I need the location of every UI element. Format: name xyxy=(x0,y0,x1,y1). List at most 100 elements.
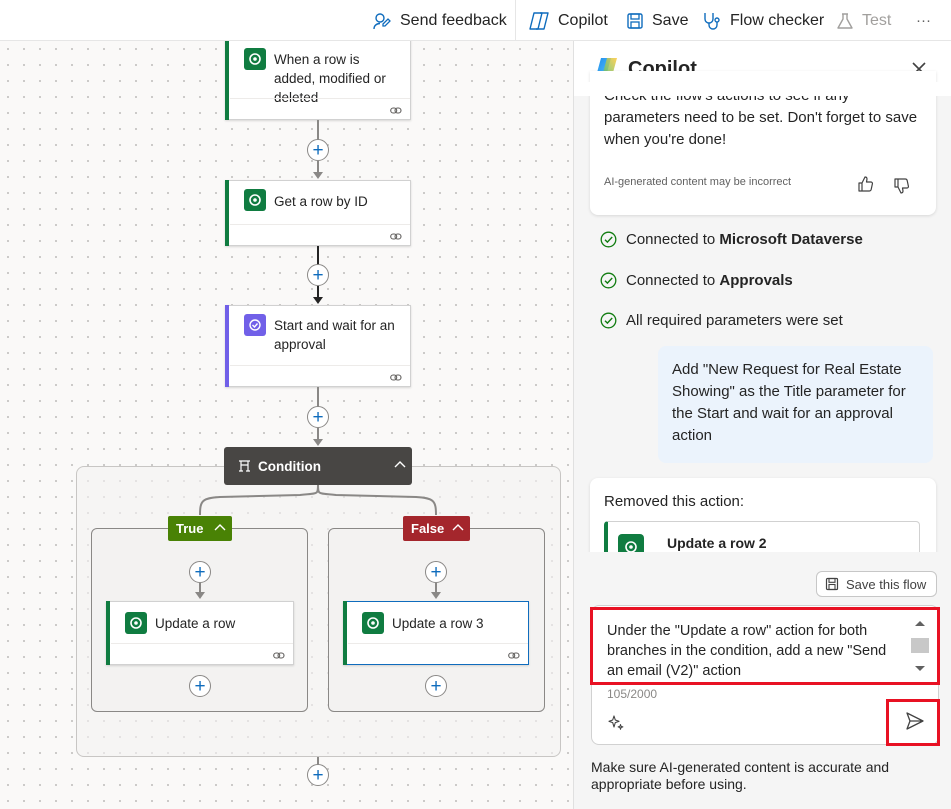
update-row-label: Update a row xyxy=(155,616,236,631)
card-accent-bar xyxy=(225,305,229,387)
false-branch-label: False xyxy=(411,521,445,536)
flow-canvas[interactable]: When a row is added, modified or deleted… xyxy=(0,41,573,809)
status-target: Microsoft Dataverse xyxy=(719,231,863,248)
card-accent-bar xyxy=(106,601,110,665)
branch-connector xyxy=(199,485,437,516)
add-step-button[interactable]: + xyxy=(189,561,211,583)
status-prefix: Connected to xyxy=(626,231,720,248)
chevron-up-icon[interactable] xyxy=(393,458,407,472)
card-accent-bar xyxy=(343,601,347,665)
feedback-icon xyxy=(372,11,400,31)
add-step-button[interactable]: + xyxy=(307,264,329,286)
connector-line xyxy=(317,387,319,407)
check-circle-icon xyxy=(600,272,626,289)
flask-icon xyxy=(836,12,862,30)
check-circle-icon xyxy=(600,231,626,248)
dataverse-icon xyxy=(244,48,266,70)
header-fade xyxy=(574,82,951,96)
more-label: ··· xyxy=(916,12,931,29)
condition-icon xyxy=(238,460,251,472)
status-prefix: Connected to xyxy=(626,272,720,289)
thumbs-up-icon[interactable] xyxy=(856,175,874,193)
dataverse-icon xyxy=(362,612,384,634)
copilot-label: Copilot xyxy=(558,11,608,29)
save-button[interactable]: Save xyxy=(626,0,688,41)
status-row-approvals: Connected to Approvals xyxy=(600,272,793,289)
check-circle-icon xyxy=(600,312,626,329)
user-message-bubble: Add "New Request for Real Estate Showing… xyxy=(658,346,933,463)
sparkle-icon[interactable] xyxy=(607,714,625,732)
ai-content-footer: Make sure AI-generated content is accura… xyxy=(591,759,890,792)
stethoscope-icon xyxy=(702,11,730,31)
update-row-card[interactable]: Update a row xyxy=(106,601,294,665)
copilot-panel: Copilot Check the flow's actions to see … xyxy=(573,41,951,809)
save-icon xyxy=(626,12,652,30)
link-icon xyxy=(390,232,402,241)
connector-line xyxy=(317,246,319,265)
flow-checker-button[interactable]: Flow checker xyxy=(702,0,824,41)
arrow-down-icon xyxy=(313,297,323,304)
dataverse-icon xyxy=(244,189,266,211)
trigger-card[interactable]: When a row is added, modified or deleted xyxy=(225,41,411,120)
card-divider xyxy=(230,365,410,366)
char-count: 105/2000 xyxy=(607,687,658,701)
arrow-down-icon xyxy=(313,172,323,179)
arrow-down-icon xyxy=(431,592,441,599)
toolbar-divider xyxy=(515,0,516,41)
more-options-button[interactable]: ··· xyxy=(916,0,931,41)
flow-checker-label: Flow checker xyxy=(730,11,825,29)
ai-disclaimer-small: AI-generated content may be incorrect xyxy=(604,176,792,188)
removed-title: Removed this action: xyxy=(604,493,745,510)
condition-label: Condition xyxy=(258,458,321,474)
card-accent-bar xyxy=(225,180,229,246)
add-step-button[interactable]: + xyxy=(307,406,329,428)
test-button[interactable]: Test xyxy=(836,0,891,41)
copilot-outline-icon xyxy=(528,11,558,31)
chevron-up-icon[interactable] xyxy=(213,521,227,535)
condition-header[interactable]: Condition xyxy=(224,447,412,485)
send-highlight-box xyxy=(886,699,940,746)
card-divider xyxy=(230,224,410,225)
add-step-button[interactable]: + xyxy=(307,139,329,161)
send-feedback-button[interactable]: Send feedback xyxy=(372,0,507,41)
top-toolbar: Send feedback Copilot Save Flow checker … xyxy=(0,0,951,41)
connector-line xyxy=(317,120,319,140)
add-step-button[interactable]: + xyxy=(425,675,447,697)
approval-card[interactable]: Start and wait for an approval xyxy=(225,305,411,387)
card-divider xyxy=(348,643,528,644)
save-label: Save xyxy=(652,11,689,29)
user-message-text: Add "New Request for Real Estate Showing… xyxy=(672,361,906,444)
card-divider xyxy=(111,643,293,644)
update-row-3-card[interactable]: Update a row 3 xyxy=(343,601,529,665)
link-icon xyxy=(508,651,520,660)
status-row-dataverse: Connected to Microsoft Dataverse xyxy=(600,231,863,248)
status-prefix: All required parameters were set xyxy=(626,312,843,329)
link-icon xyxy=(390,373,402,382)
update-row-3-label: Update a row 3 xyxy=(392,616,484,631)
true-branch-tag[interactable]: True xyxy=(168,516,232,541)
save-this-flow-button[interactable]: Save this flow xyxy=(816,571,937,597)
test-label: Test xyxy=(862,11,892,29)
get-row-card[interactable]: Get a row by ID xyxy=(225,180,411,246)
add-step-button[interactable]: + xyxy=(307,764,329,786)
add-step-button[interactable]: + xyxy=(189,675,211,697)
chevron-up-icon[interactable] xyxy=(451,521,465,535)
save-icon xyxy=(825,577,839,591)
save-this-flow-label: Save this flow xyxy=(846,576,927,592)
approval-label: Start and wait for an approval xyxy=(274,318,395,352)
add-step-button[interactable]: + xyxy=(425,561,447,583)
get-row-label: Get a row by ID xyxy=(274,194,368,209)
removed-action-label: Update a row 2 xyxy=(667,535,767,551)
card-divider xyxy=(230,98,410,99)
copilot-toggle-button[interactable]: Copilot xyxy=(528,0,608,41)
input-highlight-box xyxy=(590,607,940,685)
false-branch-tag[interactable]: False xyxy=(403,516,470,541)
status-target: Approvals xyxy=(719,272,793,289)
link-icon xyxy=(273,651,285,660)
dataverse-icon xyxy=(125,612,147,634)
true-branch-label: True xyxy=(176,521,204,536)
arrow-down-icon xyxy=(195,592,205,599)
card-accent-bar xyxy=(225,41,229,120)
thumbs-down-icon[interactable] xyxy=(892,177,910,195)
status-row-parameters: All required parameters were set xyxy=(600,312,843,329)
